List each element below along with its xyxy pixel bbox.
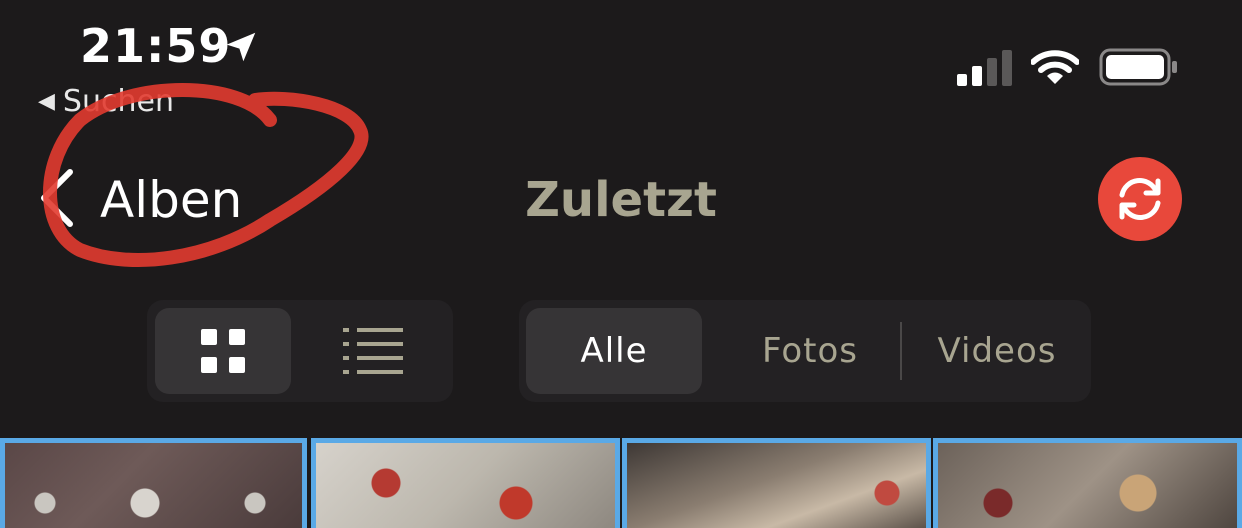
back-triangle-icon: ◀ bbox=[38, 89, 55, 114]
list-view-button[interactable] bbox=[301, 308, 445, 394]
wifi-icon bbox=[1031, 50, 1079, 84]
segment-divider bbox=[900, 322, 902, 380]
photo-thumbnail[interactable] bbox=[311, 438, 620, 528]
back-to-app-label: Suchen bbox=[62, 84, 174, 119]
cellular-signal-icon bbox=[957, 50, 1012, 86]
photo-thumbnail[interactable] bbox=[622, 438, 931, 528]
media-filter-segment: Alle Fotos Videos bbox=[519, 300, 1091, 402]
location-arrow-icon bbox=[226, 32, 256, 62]
list-icon bbox=[343, 328, 403, 374]
grid-view-button[interactable] bbox=[155, 308, 291, 394]
sync-icon bbox=[1119, 178, 1161, 220]
view-mode-toggle bbox=[147, 300, 453, 402]
back-to-app-link[interactable]: ◀ Suchen bbox=[38, 84, 174, 120]
photo-thumbnail[interactable] bbox=[933, 438, 1242, 528]
filter-all-tab[interactable]: Alle bbox=[526, 308, 702, 394]
page-title: Zuletzt bbox=[525, 172, 717, 228]
status-time: 21:59 bbox=[80, 19, 232, 73]
battery-icon bbox=[1099, 48, 1177, 86]
grid-icon bbox=[201, 329, 245, 373]
sync-button[interactable] bbox=[1098, 157, 1182, 241]
filter-videos-tab[interactable]: Videos bbox=[909, 308, 1085, 394]
photo-thumbnail[interactable] bbox=[0, 438, 307, 528]
filter-photos-tab[interactable]: Fotos bbox=[715, 308, 905, 394]
